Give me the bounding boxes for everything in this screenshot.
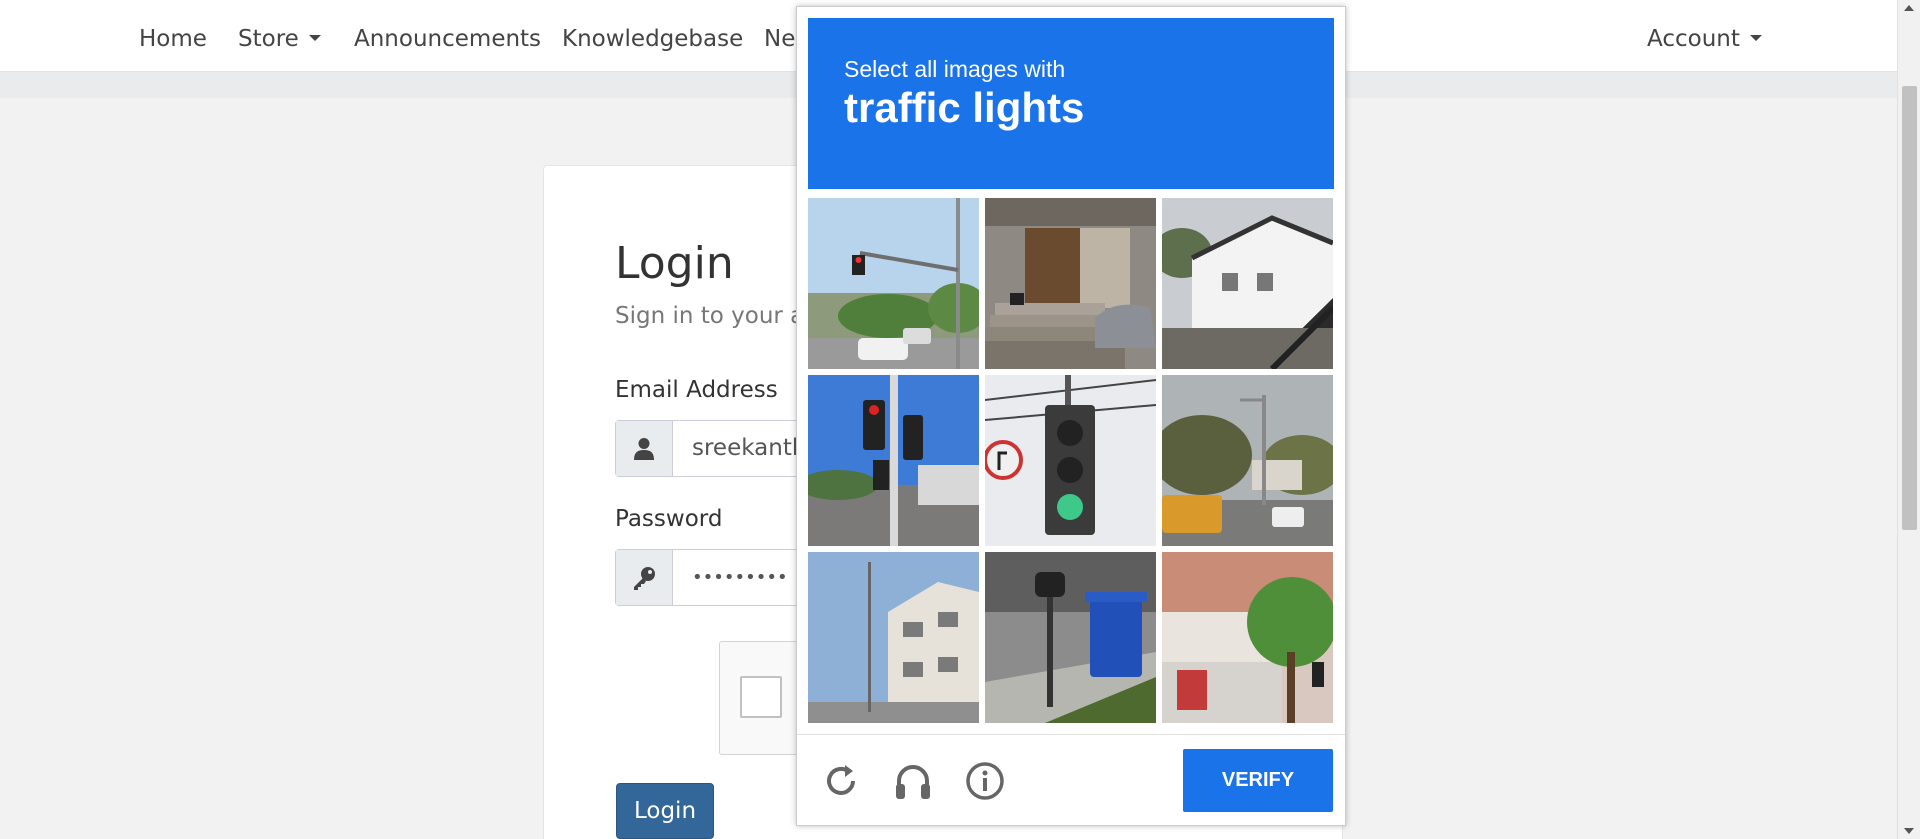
nav-account[interactable]: Account	[1647, 26, 1762, 52]
page-title: Login	[615, 238, 734, 289]
login-subtitle: Sign in to your a	[615, 303, 805, 329]
tile-buildings-street[interactable]	[808, 552, 979, 723]
tile-green-traffic-light[interactable]	[985, 375, 1156, 546]
nav-store[interactable]: Store	[238, 26, 321, 52]
challenge-footer: VERIFY	[797, 734, 1345, 825]
scroll-up-icon[interactable]	[1904, 5, 1914, 11]
info-icon[interactable]	[965, 761, 1005, 801]
tile-shopfront-tree[interactable]	[1162, 552, 1333, 723]
challenge-header: Select all images with traffic lights	[808, 18, 1334, 189]
nav-account-label: Account	[1647, 26, 1740, 52]
password-label: Password	[615, 506, 723, 532]
nav-store-label: Store	[238, 26, 299, 52]
tile-traffic-light-street[interactable]	[808, 198, 979, 369]
user-icon	[616, 421, 673, 476]
audio-icon[interactable]	[893, 761, 933, 801]
challenge-prompt: Select all images with	[844, 56, 1066, 82]
tile-mailbox-bin[interactable]	[985, 552, 1156, 723]
page-scrollbar[interactable]	[1897, 0, 1920, 839]
key-icon	[616, 550, 673, 605]
reload-icon[interactable]	[821, 761, 861, 801]
nav-announcements[interactable]: Announcements	[354, 26, 541, 52]
password-value: •••••••••	[692, 567, 788, 588]
tile-traffic-lights-pole[interactable]	[808, 375, 979, 546]
image-grid	[808, 198, 1334, 724]
recaptcha-checkbox[interactable]	[740, 676, 782, 718]
nav-knowledgebase[interactable]: Knowledgebase	[562, 26, 743, 52]
tile-house-entrance-car[interactable]	[985, 198, 1156, 369]
login-button[interactable]: Login	[616, 783, 714, 839]
challenge-target: traffic lights	[844, 84, 1085, 131]
chevron-down-icon	[308, 34, 321, 41]
scrollbar-thumb[interactable]	[1902, 86, 1917, 530]
email-value: sreekanth	[692, 435, 807, 461]
captcha-challenge: Select all images with traffic lights VE…	[796, 6, 1346, 826]
chevron-down-icon	[1749, 34, 1762, 41]
nav-home[interactable]: Home	[139, 26, 207, 52]
email-label: Email Address	[615, 377, 778, 403]
tile-street-school-bus[interactable]	[1162, 375, 1333, 546]
scroll-down-icon[interactable]	[1904, 828, 1914, 834]
tile-white-house-stairs[interactable]	[1162, 198, 1333, 369]
verify-button[interactable]: VERIFY	[1183, 749, 1333, 812]
